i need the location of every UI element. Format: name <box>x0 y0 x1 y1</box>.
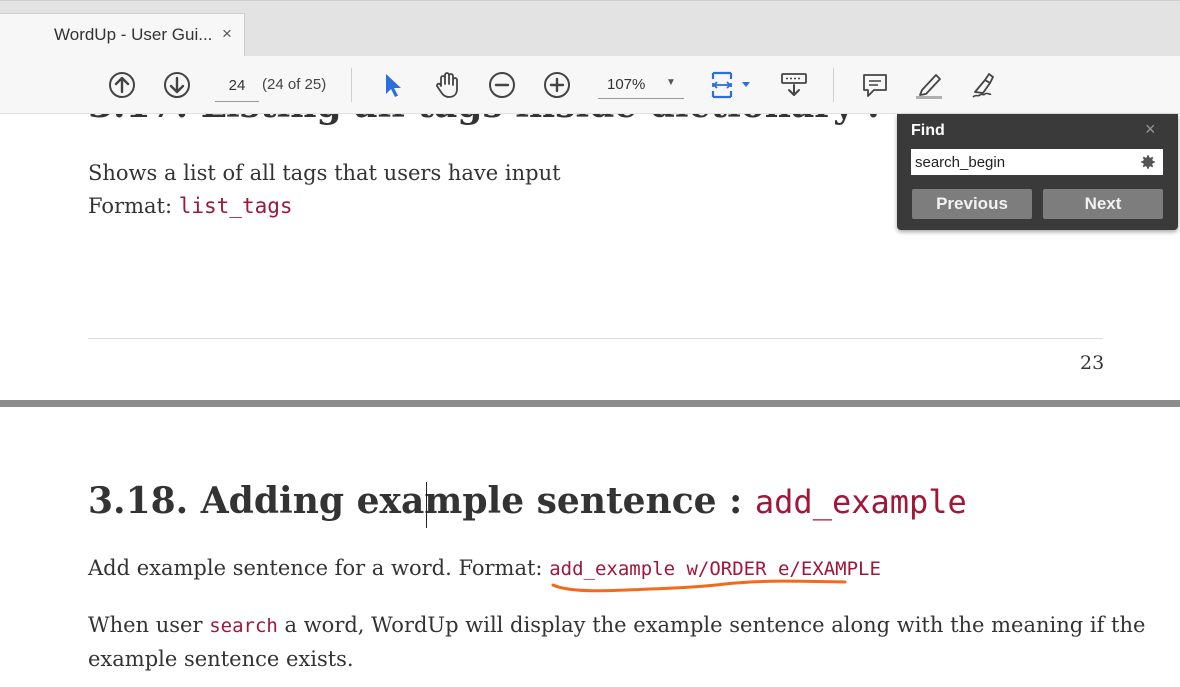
find-title: Find <box>911 122 945 139</box>
comment-icon[interactable] <box>860 70 890 100</box>
paragraph: Shows a list of all tags that users have… <box>88 157 561 223</box>
select-tool-icon[interactable] <box>378 70 408 100</box>
read-mode-icon[interactable] <box>779 70 809 100</box>
close-icon[interactable]: × <box>1145 119 1156 140</box>
tab-title: WordUp - User Gui... <box>54 25 213 44</box>
section-heading-3-18: 3.18. Adding example sentence : add_exam… <box>88 480 967 522</box>
find-previous-button[interactable]: Previous <box>912 189 1032 219</box>
chevron-down-icon: ▼ <box>666 77 676 88</box>
heading-code: add_example <box>754 483 967 521</box>
sign-icon[interactable] <box>969 70 999 100</box>
paragraph-text: When user <box>88 613 210 637</box>
previous-page-icon[interactable] <box>107 70 137 100</box>
fit-page-icon[interactable] <box>708 70 754 100</box>
find-next-button[interactable]: Next <box>1043 189 1163 219</box>
page-number-input[interactable] <box>215 69 259 102</box>
format-code: list_tags <box>178 194 293 218</box>
footer-rule <box>88 338 1103 339</box>
tab-bar: WordUp - User Gui... × <box>0 0 1180 57</box>
zoom-in-icon[interactable] <box>542 70 572 100</box>
zoom-select[interactable]: 107% ▼ <box>598 69 684 99</box>
toolbar: (24 of 25) 107% ▼ <box>0 56 1180 114</box>
highlight-icon[interactable] <box>914 70 944 100</box>
handwritten-underline-annotation <box>551 579 847 593</box>
document-tab[interactable]: WordUp - User Gui... × <box>0 13 245 57</box>
heading-text: 3.17. Listing all tags inside dictionary… <box>88 114 893 126</box>
paragraph-text: Add example sentence for a word. Format: <box>88 556 550 580</box>
page-separator <box>0 400 1180 407</box>
find-search-input[interactable] <box>911 149 1133 175</box>
zoom-out-icon[interactable] <box>487 70 517 100</box>
toolbar-divider <box>351 68 352 102</box>
find-panel: Find × Previous Next <box>897 114 1178 230</box>
paragraph-text: a word, WordUp will display the example … <box>277 613 1146 637</box>
tab-close-icon[interactable]: × <box>222 24 232 44</box>
toolbar-divider <box>833 68 834 102</box>
paragraph-text: example sentence exists. <box>88 647 354 671</box>
inline-code: search <box>209 615 278 637</box>
paragraph: When user search a word, WordUp will dis… <box>88 609 1145 676</box>
next-page-icon[interactable] <box>162 70 192 100</box>
paragraph-text: Shows a list of all tags that users have… <box>88 161 561 185</box>
hand-tool-icon[interactable] <box>432 70 462 100</box>
format-label: Format: <box>88 194 179 218</box>
heading-text: 3.18. Adding example sentence : <box>88 480 755 522</box>
gear-icon[interactable] <box>1133 149 1163 175</box>
page-footer-number: 23 <box>1080 352 1105 374</box>
zoom-value: 107% <box>607 76 646 93</box>
page-count: (24 of 25) <box>262 76 327 93</box>
text-cursor <box>426 482 427 528</box>
